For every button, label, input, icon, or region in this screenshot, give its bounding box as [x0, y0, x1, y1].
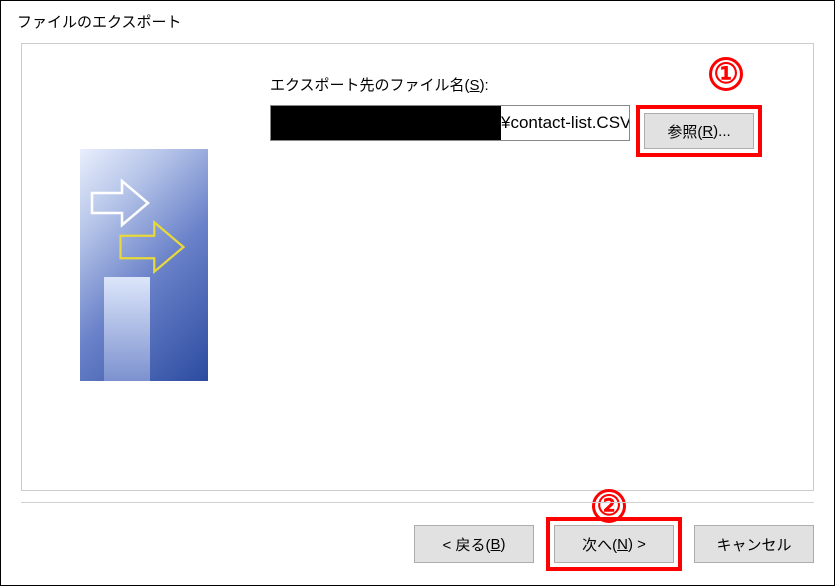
browse-button[interactable]: 参照(R)... — [644, 113, 754, 149]
arrow-right-icon — [116, 211, 188, 283]
wizard-footer: < 戻る(B) 次へ(N) > キャンセル — [21, 502, 814, 571]
next-button[interactable]: 次へ(N) > — [554, 525, 674, 563]
redacted-path — [271, 106, 501, 140]
filename-visible-text: ¥contact-list.CSV — [501, 113, 630, 133]
content-panel: エクスポート先のファイル名(S): ¥contact-list.CSV 参照(R… — [21, 43, 814, 491]
back-button[interactable]: < 戻る(B) — [414, 525, 534, 563]
filename-row: ¥contact-list.CSV 参照(R)... — [270, 105, 795, 157]
cancel-button[interactable]: キャンセル — [694, 525, 814, 563]
filename-input[interactable]: ¥contact-list.CSV — [270, 105, 630, 141]
annotation-highlight-1: 参照(R)... — [636, 105, 762, 157]
decorative-block — [104, 277, 150, 381]
dialog-title: ファイルのエクスポート — [1, 1, 834, 40]
annotation-number-1: ① — [709, 57, 743, 91]
wizard-decorative-image — [80, 149, 208, 381]
annotation-highlight-2: 次へ(N) > — [546, 517, 682, 571]
